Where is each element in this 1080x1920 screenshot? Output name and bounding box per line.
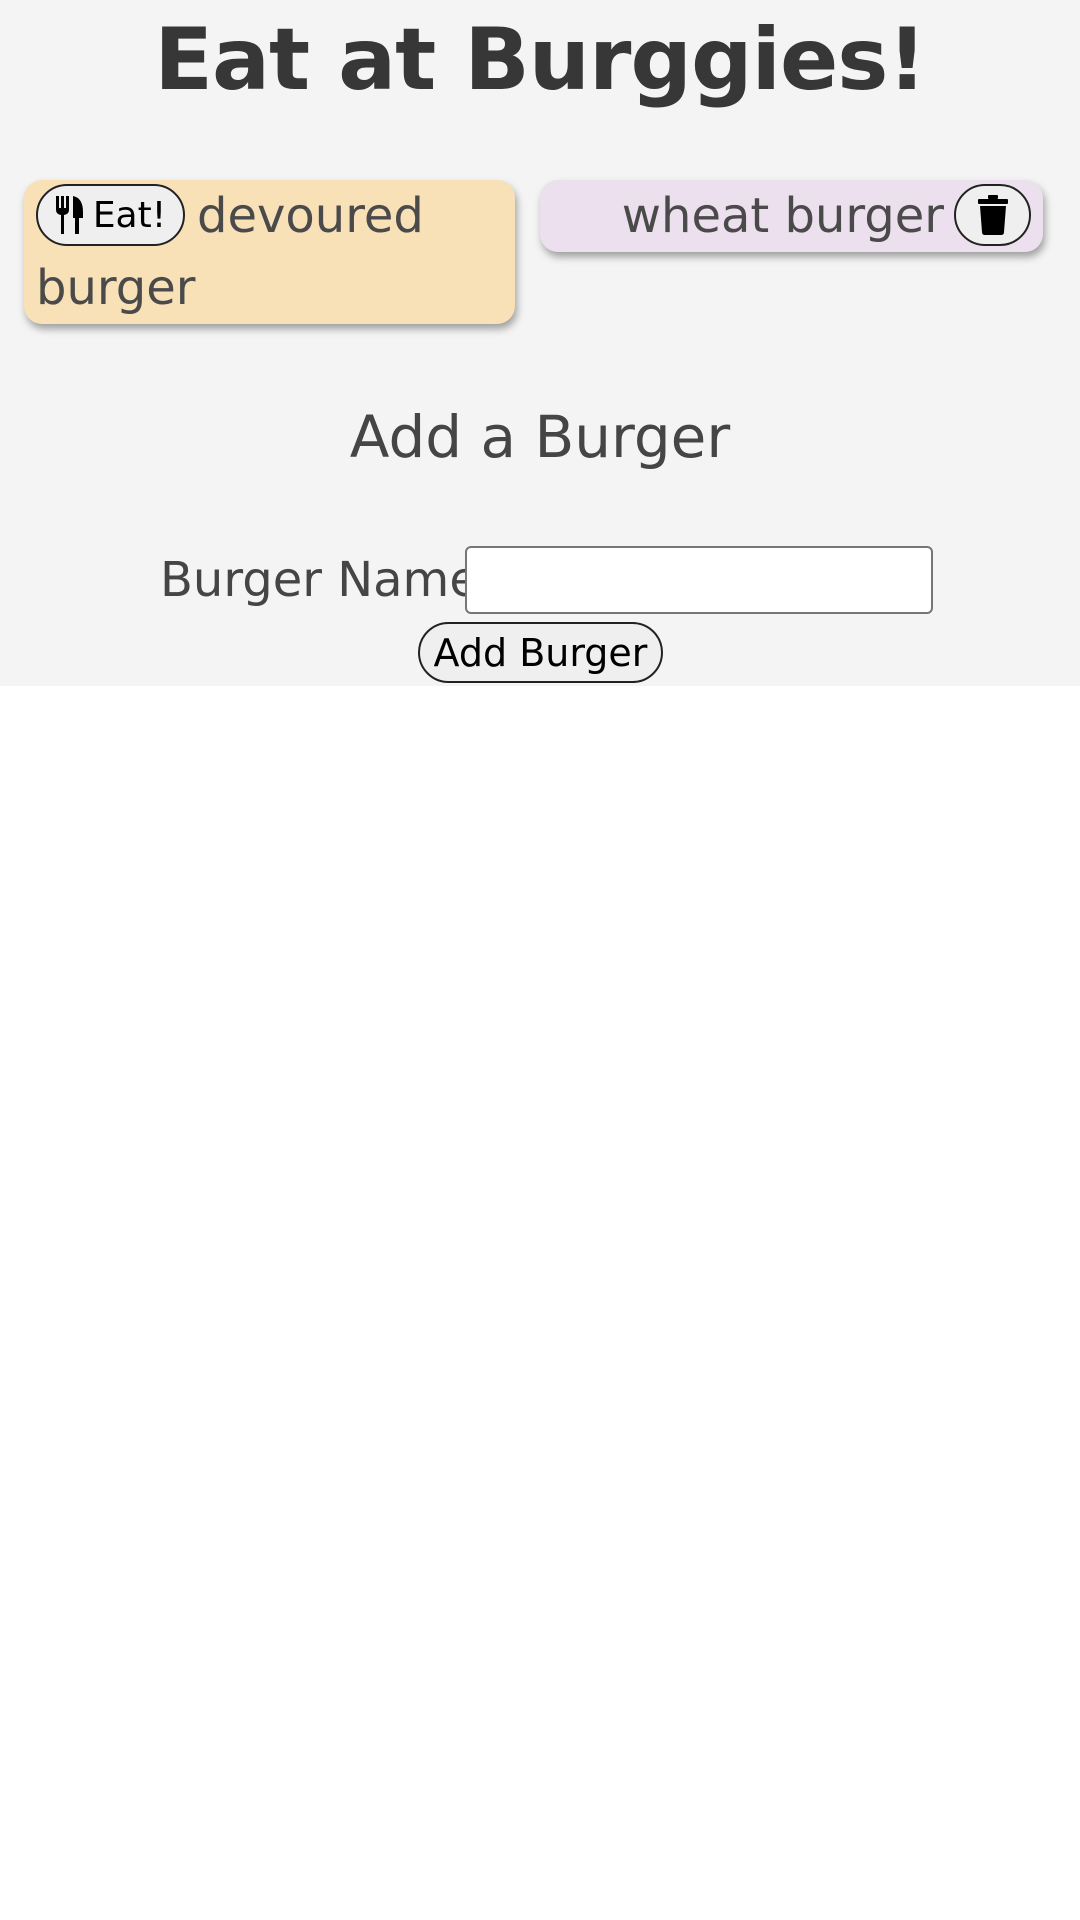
page-container: Eat at Burggies! Eat! devoured burger wh…	[0, 0, 1080, 686]
delete-button[interactable]	[954, 184, 1031, 246]
trash-icon	[977, 195, 1009, 235]
page-title: Eat at Burggies!	[154, 10, 926, 110]
add-burger-button[interactable]: Add Burger	[418, 622, 663, 683]
burger-name: wheat burger	[621, 188, 944, 244]
eat-button-label: Eat!	[92, 194, 167, 236]
burger-name-input[interactable]	[465, 546, 933, 614]
utensils-icon	[55, 196, 85, 234]
burger-card-waiting: wheat burger	[540, 180, 1043, 252]
burger-name-label: Burger Name:	[160, 552, 496, 608]
eat-button[interactable]: Eat!	[36, 184, 185, 246]
burger-card-devoured: Eat! devoured burger	[24, 180, 515, 324]
add-burger-heading: Add a Burger	[349, 403, 731, 471]
